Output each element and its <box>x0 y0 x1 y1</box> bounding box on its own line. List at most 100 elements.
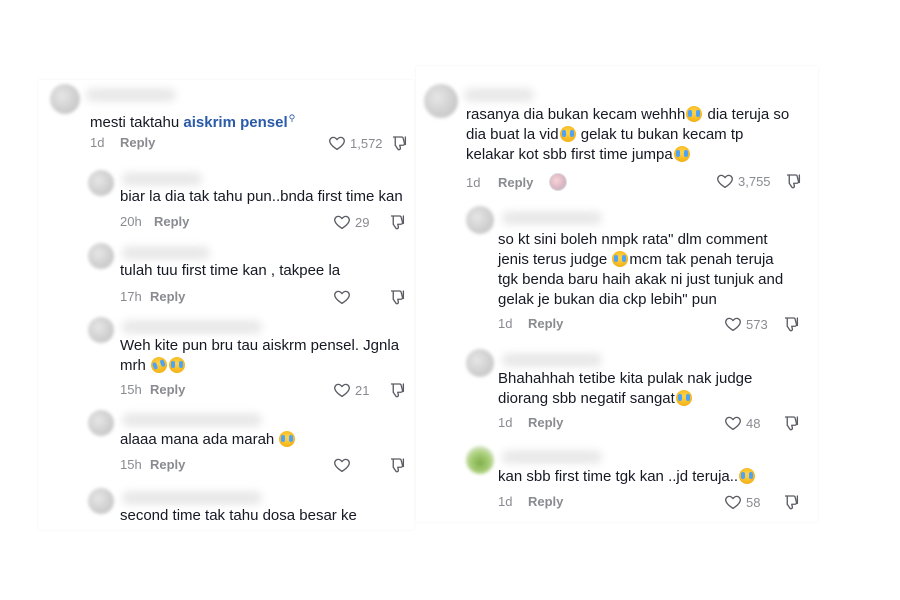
thumbs-down-icon[interactable] <box>388 456 406 474</box>
heart-outline-icon <box>724 414 742 432</box>
comment-text: Weh kite pun bru tau aiskrm pensel. Jgnl… <box>120 337 400 376</box>
thumbs-down-icon[interactable] <box>782 493 800 511</box>
like-button[interactable]: 29 <box>333 213 369 231</box>
reply-button[interactable]: Reply <box>498 175 533 190</box>
emoji <box>169 357 186 373</box>
like-count: 29 <box>355 214 370 230</box>
comment-time: 17h <box>120 289 142 304</box>
comment-time: 15h <box>120 457 142 472</box>
search-icon: ⚲ <box>288 113 296 123</box>
like-button[interactable]: 58 <box>724 493 760 511</box>
reply-button[interactable]: Reply <box>150 457 185 472</box>
avatar[interactable] <box>88 488 114 514</box>
emoji <box>673 146 690 162</box>
heart-outline-icon <box>716 172 734 190</box>
comment-time: 15h <box>120 382 142 397</box>
comment-meta: 20h Reply <box>120 214 189 229</box>
reply-button[interactable]: Reply <box>528 316 563 331</box>
comment-text: biar la dia tak tahu pun..bnda first tim… <box>120 188 403 205</box>
username-blurred[interactable] <box>502 353 602 367</box>
heart-outline-icon <box>333 288 351 306</box>
search-link[interactable]: aiskrim pensel <box>183 114 287 131</box>
comment-text: tulah tuu first time kan , takpee la <box>120 262 341 279</box>
comment-time: 1d <box>498 415 513 430</box>
avatar[interactable] <box>88 410 114 436</box>
avatar[interactable] <box>88 243 114 269</box>
reply-button[interactable]: Reply <box>150 382 185 397</box>
comment-meta: 1d Reply <box>498 494 563 509</box>
reply-button[interactable]: Reply <box>120 135 155 150</box>
comment-time: 20h <box>120 214 142 229</box>
comment-text: second time tak tahu dosa besar ke <box>120 507 357 524</box>
comment-meta: 1d Reply <box>466 173 568 191</box>
username-blurred[interactable] <box>122 246 210 260</box>
heart-outline-icon <box>328 134 346 152</box>
thumbs-down-icon[interactable] <box>388 213 406 231</box>
emoji <box>739 468 756 484</box>
thumbs-down-icon[interactable] <box>388 381 406 399</box>
creator-liked-avatar <box>549 173 568 191</box>
like-count: 573 <box>746 316 768 332</box>
like-button[interactable]: 1,572 <box>328 134 383 152</box>
emoji <box>675 390 692 406</box>
avatar[interactable] <box>466 206 494 234</box>
avatar[interactable] <box>466 446 494 474</box>
comment-text: Bhahahhah tetibe kita pulak nak judge di… <box>498 370 753 407</box>
like-button[interactable] <box>333 456 355 474</box>
username-blurred[interactable] <box>122 491 262 505</box>
username-blurred[interactable] <box>502 211 602 225</box>
like-button[interactable]: 3,755 <box>716 172 771 190</box>
comment-meta: 1d Reply <box>498 316 563 331</box>
comment-text: alaaa mana ada marah <box>120 430 296 450</box>
like-count: 3,755 <box>738 173 771 189</box>
username-blurred[interactable] <box>122 320 262 334</box>
comment-meta: 1d Reply <box>90 135 155 150</box>
reply-button[interactable]: Reply <box>528 494 563 509</box>
comment-meta: 15h Reply <box>120 382 185 397</box>
heart-outline-icon <box>333 213 351 231</box>
reply-button[interactable]: Reply <box>150 289 185 304</box>
heart-outline-icon <box>724 315 742 333</box>
like-button[interactable]: 21 <box>333 381 369 399</box>
thumbs-down-icon[interactable] <box>782 414 800 432</box>
thumbs-down-icon[interactable] <box>388 288 406 306</box>
username-blurred[interactable] <box>86 88 176 102</box>
comment-time: 1d <box>498 494 513 509</box>
like-button[interactable]: 48 <box>724 414 760 432</box>
emoji <box>612 251 629 267</box>
like-button[interactable] <box>333 288 355 306</box>
right-comment-panel: rasanya dia bukan kecam wehhh dia teruja… <box>416 66 818 522</box>
thumbs-down-icon[interactable] <box>784 172 802 190</box>
emoji <box>686 106 703 122</box>
username-blurred[interactable] <box>464 88 534 102</box>
comment-meta: 1d Reply <box>498 415 563 430</box>
comment-meta: 17h Reply <box>120 289 185 304</box>
heart-outline-icon <box>333 456 351 474</box>
left-comment-panel: mesti taktahu aiskrim pensel⚲ 1d Reply 1… <box>38 80 414 530</box>
username-blurred[interactable] <box>122 172 202 186</box>
username-blurred[interactable] <box>122 413 262 427</box>
thumbs-down-icon[interactable] <box>390 134 408 152</box>
emoji <box>559 126 576 142</box>
avatar[interactable] <box>88 317 114 343</box>
avatar[interactable] <box>466 349 494 377</box>
avatar[interactable] <box>50 84 80 114</box>
comment-time: 1d <box>466 174 481 190</box>
reply-button[interactable]: Reply <box>528 415 563 430</box>
like-count: 21 <box>355 382 370 398</box>
avatar[interactable] <box>424 84 458 118</box>
comment-text: kan sbb first time tgk kan ..jd teruja.. <box>498 467 756 487</box>
heart-outline-icon <box>333 381 351 399</box>
thumbs-down-icon[interactable] <box>782 315 800 333</box>
heart-outline-icon <box>724 493 742 511</box>
like-count: 1,572 <box>350 135 383 151</box>
like-count: 48 <box>746 415 761 431</box>
reply-button[interactable]: Reply <box>154 214 189 229</box>
comment-time: 1d <box>90 135 105 150</box>
username-blurred[interactable] <box>502 450 602 464</box>
comment-time: 1d <box>498 316 513 331</box>
like-button[interactable]: 573 <box>724 315 768 333</box>
avatar[interactable] <box>88 170 114 196</box>
comment-text: mesti taktahu aiskrim pensel⚲ <box>90 113 296 131</box>
comment-meta: 15h Reply <box>120 457 185 472</box>
